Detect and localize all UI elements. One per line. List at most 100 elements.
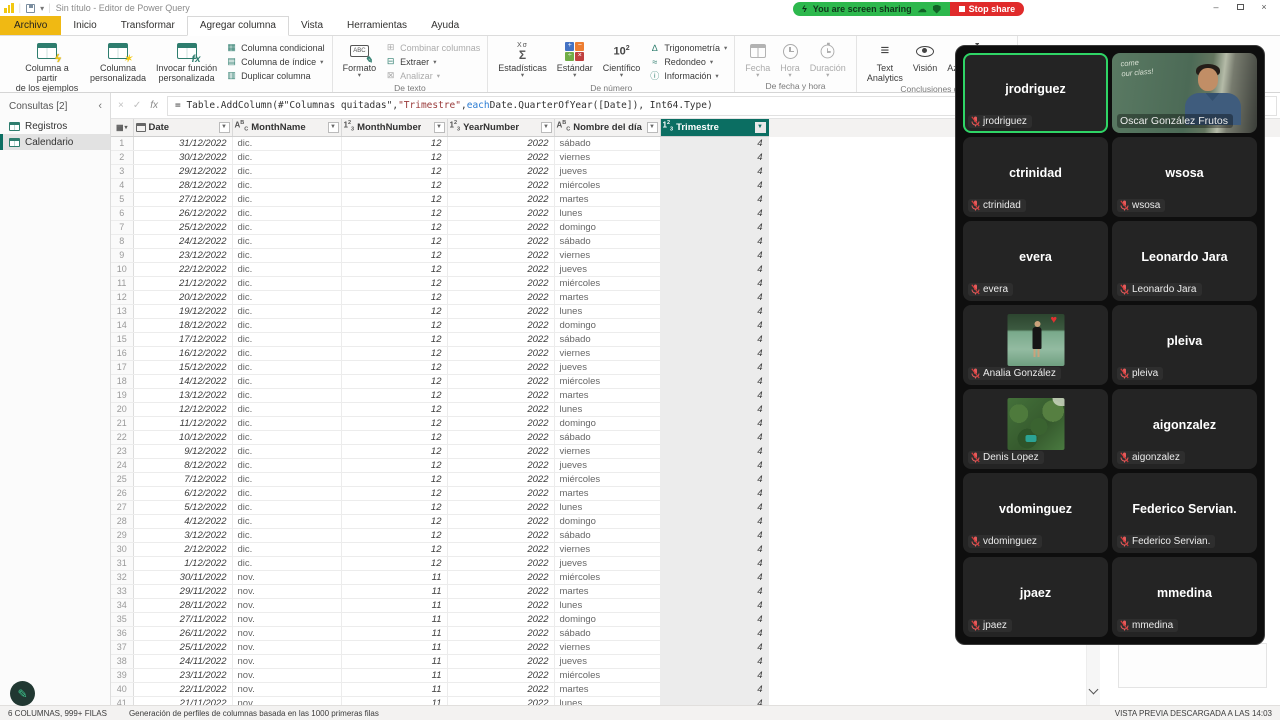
- table-row[interactable]: 311/12/2022dic.122022jueves4: [111, 556, 768, 570]
- column-header-date[interactable]: Date▼: [133, 119, 232, 136]
- table-row[interactable]: 329/12/2022dic.122022jueves4: [111, 164, 768, 178]
- table-row[interactable]: 1319/12/2022dic.122022lunes4: [111, 304, 768, 318]
- table-row[interactable]: 239/12/2022dic.122022viernes4: [111, 444, 768, 458]
- tab-transformar[interactable]: Transformar: [109, 17, 187, 35]
- table-row[interactable]: 131/12/2022dic.122022sábado4: [111, 136, 768, 150]
- table-row[interactable]: 3527/11/2022nov.112022domingo4: [111, 612, 768, 626]
- filter-dropdown-icon[interactable]: ▼: [434, 122, 445, 133]
- participant-tile-analia-gonzalez[interactable]: ♥Analia González: [963, 305, 1108, 385]
- table-row[interactable]: 3230/11/2022nov.112022miércoles4: [111, 570, 768, 584]
- participant-tile-federico-servian[interactable]: Federico Servian.Federico Servian.: [1112, 473, 1257, 553]
- filter-dropdown-icon[interactable]: ▼: [219, 122, 230, 133]
- table-corner-button[interactable]: ▦▾: [111, 119, 133, 136]
- ribbon-button-redondeo[interactable]: ≈Redondeo▾: [649, 55, 727, 68]
- table-row[interactable]: 3725/11/2022nov.112022viernes4: [111, 640, 768, 654]
- table-row[interactable]: 248/12/2022dic.122022jueves4: [111, 458, 768, 472]
- table-row[interactable]: 1022/12/2022dic.122022jueves4: [111, 262, 768, 276]
- table-row[interactable]: 4121/11/2022nov.112022lunes4: [111, 696, 768, 705]
- table-row[interactable]: 1814/12/2022dic.122022miércoles4: [111, 374, 768, 388]
- table-row[interactable]: 266/12/2022dic.122022martes4: [111, 486, 768, 500]
- table-row[interactable]: 275/12/2022dic.122022lunes4: [111, 500, 768, 514]
- table-row[interactable]: 725/12/2022dic.122022domingo4: [111, 220, 768, 234]
- tab-ayuda[interactable]: Ayuda: [419, 17, 471, 35]
- cancel-formula-icon[interactable]: ×: [118, 100, 124, 111]
- filter-dropdown-icon[interactable]: ▼: [541, 122, 552, 133]
- table-row[interactable]: 626/12/2022dic.122022lunes4: [111, 206, 768, 220]
- stop-share-button[interactable]: Stop share: [950, 2, 1025, 16]
- screen-sharing-banner[interactable]: ϟ You are screen sharing ☁ Stop share: [793, 2, 1024, 16]
- table-row[interactable]: 527/12/2022dic.122022martes4: [111, 192, 768, 206]
- table-row[interactable]: 923/12/2022dic.122022viernes4: [111, 248, 768, 262]
- tab-inicio[interactable]: Inicio: [61, 17, 108, 35]
- participant-tile-denis-lopez[interactable]: Denis Lopez: [963, 389, 1108, 469]
- query-item-registros[interactable]: Registros: [0, 118, 110, 134]
- ribbon-button-columna-de-indice[interactable]: ▤Columna de índice▾: [226, 55, 325, 68]
- participant-tile-mmedina[interactable]: mmedinammedina: [1112, 557, 1257, 637]
- table-row[interactable]: 3329/11/2022nov.112022martes4: [111, 584, 768, 598]
- close-button[interactable]: ×: [1252, 0, 1276, 14]
- table-row[interactable]: 302/12/2022dic.122022viernes4: [111, 542, 768, 556]
- table-row[interactable]: 4022/11/2022nov.112022martes4: [111, 682, 768, 696]
- query-item-calendario[interactable]: Calendario: [0, 134, 110, 150]
- table-row[interactable]: 257/12/2022dic.122022miércoles4: [111, 472, 768, 486]
- participant-tile-oscar-gonzalez-frutos[interactable]: comeour class!Oscar González Frutos: [1112, 53, 1257, 133]
- save-icon[interactable]: [26, 4, 35, 13]
- confirm-formula-icon[interactable]: ✓: [133, 100, 141, 111]
- ribbon-button-duplicar-columna[interactable]: ▥Duplicar columna: [226, 69, 325, 82]
- minimize-button[interactable]: –: [1204, 0, 1228, 14]
- participant-tile-jrodriguez[interactable]: jrodriguezjrodriguez: [963, 53, 1108, 133]
- ribbon-button-estandar[interactable]: +−÷×Estándar▾: [552, 37, 598, 78]
- participant-tile-pleiva[interactable]: pleivapleiva: [1112, 305, 1257, 385]
- quick-access-toolbar-dropdown-icon[interactable]: ▾: [40, 4, 43, 13]
- participant-tile-wsosa[interactable]: wsosawsosa: [1112, 137, 1257, 217]
- table-row[interactable]: 3824/11/2022nov.112022jueves4: [111, 654, 768, 668]
- table-row[interactable]: 3626/11/2022nov.112022sábado4: [111, 626, 768, 640]
- ribbon-button-extraer[interactable]: ⊟Extraer▾: [385, 55, 480, 68]
- ribbon-button-vision[interactable]: Visión: [908, 37, 942, 73]
- table-row[interactable]: 2210/12/2022dic.122022sábado4: [111, 430, 768, 444]
- participant-tile-aigonzalez[interactable]: aigonzalezaigonzalez: [1112, 389, 1257, 469]
- participant-tile-ctrinidad[interactable]: ctrinidadctrinidad: [963, 137, 1108, 217]
- tab-agregar-columna[interactable]: Agregar columna: [187, 16, 289, 36]
- participant-tile-vdominguez[interactable]: vdominguezvdominguez: [963, 473, 1108, 553]
- ribbon-button-cientifico[interactable]: 102Científico▾: [598, 37, 646, 78]
- ribbon-button-columna-a-partir-de-los-ejemplos[interactable]: ϟColumna a partir de los ejemplos▾: [9, 37, 85, 93]
- table-row[interactable]: 3428/11/2022nov.112022lunes4: [111, 598, 768, 612]
- tab-archivo[interactable]: Archivo: [0, 16, 61, 35]
- ribbon-button-columna-condicional[interactable]: ▦Columna condicional: [226, 41, 325, 54]
- table-row[interactable]: 1418/12/2022dic.122022domingo4: [111, 318, 768, 332]
- table-row[interactable]: 1517/12/2022dic.122022sábado4: [111, 332, 768, 346]
- filter-dropdown-icon[interactable]: ▼: [328, 122, 339, 133]
- ribbon-button-columna-personalizada[interactable]: ✶Columna personalizada: [85, 37, 151, 83]
- filter-dropdown-icon[interactable]: ▼: [647, 122, 658, 133]
- table-row[interactable]: 293/12/2022dic.122022sábado4: [111, 528, 768, 542]
- ribbon-button-estadisticas[interactable]: ΧσΣEstadísticas▾: [493, 37, 552, 78]
- tab-herramientas[interactable]: Herramientas: [335, 17, 419, 35]
- ribbon-button-invocar-funcion-personalizada[interactable]: fxInvocar función personalizada: [151, 37, 222, 83]
- table-row[interactable]: 1913/12/2022dic.122022martes4: [111, 388, 768, 402]
- column-header-nombre-del-dia[interactable]: ABCNombre del día▼: [554, 119, 660, 136]
- annotate-pencil-button[interactable]: ✎: [10, 681, 35, 706]
- table-row[interactable]: 1220/12/2022dic.122022martes4: [111, 290, 768, 304]
- restore-button[interactable]: [1228, 0, 1252, 14]
- table-row[interactable]: 824/12/2022dic.122022sábado4: [111, 234, 768, 248]
- column-header-trimestre[interactable]: 123Trimestre▼: [660, 119, 768, 136]
- table-row[interactable]: 3923/11/2022nov.112022miércoles4: [111, 668, 768, 682]
- table-row[interactable]: 1715/12/2022dic.122022jueves4: [111, 360, 768, 374]
- participant-tile-leonardo-jara[interactable]: Leonardo JaraLeonardo Jara: [1112, 221, 1257, 301]
- ribbon-button-informacion[interactable]: ⓘInformación▾: [649, 69, 727, 82]
- table-row[interactable]: 230/12/2022dic.122022viernes4: [111, 150, 768, 164]
- meeting-participants-overlay[interactable]: jrodriguezjrodriguezcomeour class!Oscar …: [955, 45, 1265, 645]
- ribbon-button-combinar-columnas[interactable]: ⊞Combinar columnas: [385, 41, 480, 54]
- table-row[interactable]: 2111/12/2022dic.122022domingo4: [111, 416, 768, 430]
- status-profiling-info[interactable]: Generación de perfiles de columnas basad…: [129, 709, 1115, 718]
- participant-tile-evera[interactable]: everaevera: [963, 221, 1108, 301]
- ribbon-button-fecha[interactable]: Fecha▾: [740, 37, 775, 78]
- collapse-pane-icon[interactable]: ‹: [98, 100, 102, 112]
- ribbon-button-duracion[interactable]: Duración▾: [805, 37, 851, 78]
- filter-dropdown-icon[interactable]: ▼: [755, 122, 766, 133]
- column-header-monthnumber[interactable]: 123MonthNumber▼: [341, 119, 447, 136]
- participant-tile-jpaez[interactable]: jpaezjpaez: [963, 557, 1108, 637]
- ribbon-button-formato[interactable]: ABC✎Formato▾: [338, 37, 382, 78]
- tab-vista[interactable]: Vista: [289, 17, 335, 35]
